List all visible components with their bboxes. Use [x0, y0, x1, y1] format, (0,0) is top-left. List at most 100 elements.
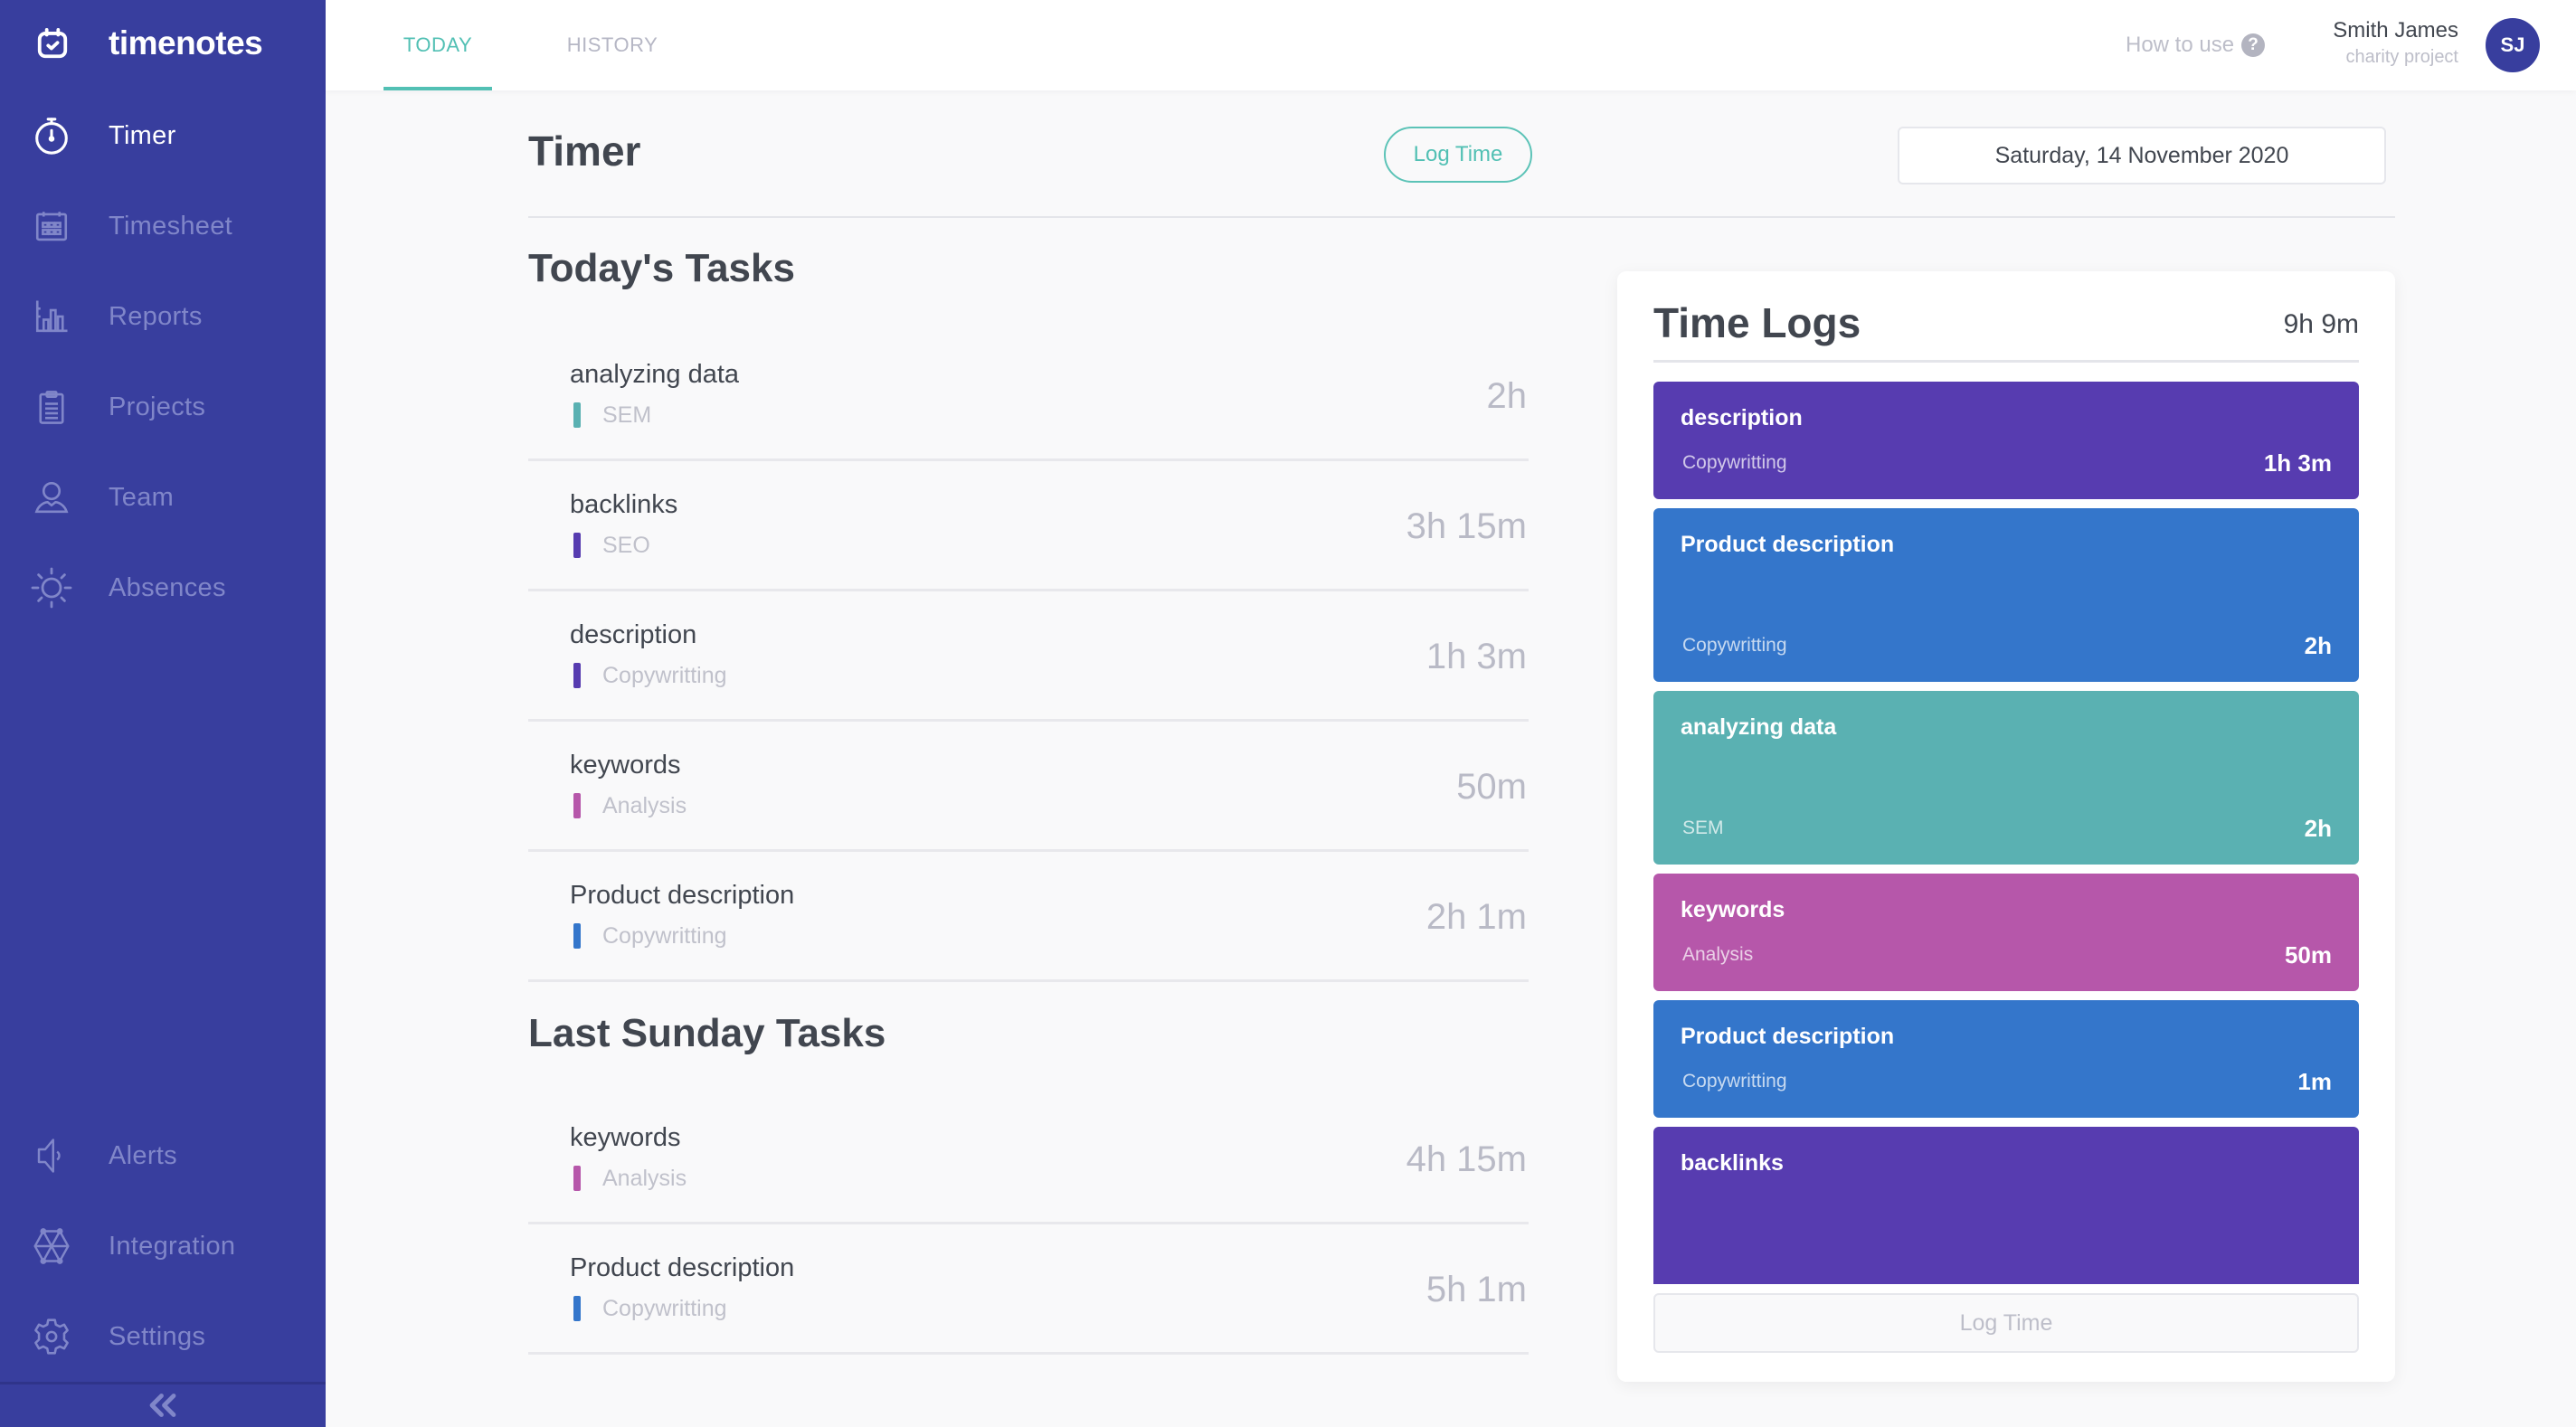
- category-label: SEM: [602, 402, 652, 428]
- time-log-list[interactable]: description Copywritting 1h 3m Product desc…: [1653, 382, 2359, 1284]
- task-category: Analysis: [573, 792, 687, 819]
- task-name: keywords: [570, 751, 681, 780]
- divider: [528, 216, 2395, 218]
- user-name: Smith James: [2333, 18, 2458, 43]
- category-color-swatch: [573, 402, 581, 428]
- sidebar-item-team[interactable]: Team: [27, 470, 174, 524]
- task-row[interactable]: backlinks SEO 3h 15m: [528, 461, 1529, 591]
- calendar-check-icon: [33, 24, 72, 63]
- avatar[interactable]: SJ: [2486, 18, 2540, 72]
- task-duration: 1h 3m: [1425, 636, 1527, 676]
- time-log-entry[interactable]: Product description Copywritting 1m: [1653, 1000, 2359, 1118]
- log-task-name: analyzing data: [1681, 714, 1837, 740]
- task-duration: 50m: [1456, 766, 1527, 807]
- log-category: Analysis: [1682, 944, 1754, 965]
- card-log-time-button[interactable]: Log Time: [1653, 1293, 2359, 1353]
- task-category: SEO: [573, 532, 650, 559]
- time-log-entry[interactable]: description Copywritting 1h 3m: [1653, 382, 2359, 499]
- task-row[interactable]: analyzing data SEM 2h: [528, 331, 1529, 461]
- page-title: Timer: [528, 128, 641, 175]
- sidebar-item-label: Projects: [109, 392, 206, 421]
- sidebar: timenotes Timer Timesheet Reports Projec…: [0, 0, 326, 1427]
- category-label: Copywritting: [602, 662, 727, 688]
- bar-chart-icon: [27, 292, 76, 341]
- collapse-sidebar-button[interactable]: [136, 1389, 190, 1425]
- task-category: Copywritting: [573, 1295, 727, 1322]
- log-duration: 1m: [2297, 1068, 2332, 1095]
- log-duration: 2h: [2304, 632, 2332, 659]
- sidebar-item-reports[interactable]: Reports: [27, 289, 203, 344]
- sidebar-item-label: Team: [109, 482, 175, 512]
- log-task-name: backlinks: [1681, 1150, 1784, 1176]
- sidebar-item-alerts[interactable]: Alerts: [27, 1129, 177, 1183]
- todays-tasks-title: Today's Tasks: [528, 246, 795, 290]
- task-duration: 5h 1m: [1425, 1269, 1527, 1309]
- category-color-swatch: [573, 793, 581, 818]
- tab-history[interactable]: HISTORY: [535, 0, 689, 90]
- sidebar-item-label: Settings: [109, 1321, 206, 1351]
- time-logs-card: Time Logs 9h 9m description Copywritting 1…: [1617, 271, 2395, 1382]
- task-row[interactable]: Product description Copywritting 2h 1m: [528, 852, 1529, 982]
- time-logs-total: 9h 9m: [2283, 309, 2359, 339]
- sidebar-item-label: Integration: [109, 1231, 236, 1261]
- task-row[interactable]: keywords Analysis 4h 15m: [528, 1094, 1529, 1224]
- sidebar-item-timesheet[interactable]: Timesheet: [27, 199, 232, 253]
- log-category: Copywritting: [1682, 635, 1787, 656]
- category-label: Analysis: [602, 1165, 687, 1191]
- time-log-entry[interactable]: keywords Analysis 50m: [1653, 874, 2359, 991]
- tab-today[interactable]: TODAY: [384, 0, 492, 90]
- category-color-swatch: [573, 663, 581, 688]
- how-to-use-link[interactable]: How to use ?: [2126, 27, 2266, 63]
- category-color-swatch: [573, 923, 581, 949]
- task-name: Product description: [570, 881, 795, 910]
- sidebar-item-label: Timer: [109, 120, 176, 150]
- sidebar-item-label: Timesheet: [109, 211, 233, 241]
- time-log-entry[interactable]: backlinks: [1653, 1127, 2359, 1284]
- task-row[interactable]: Product description Copywritting 5h 1m: [528, 1224, 1529, 1355]
- sidebar-item-label: Reports: [109, 301, 203, 331]
- calendar-grid-icon: [27, 202, 76, 250]
- task-category: SEM: [573, 402, 651, 429]
- user-icon: [27, 473, 76, 522]
- help-icon: ?: [2241, 33, 2266, 57]
- megaphone-icon: [27, 1131, 76, 1180]
- log-duration: 1h 3m: [2263, 449, 2332, 477]
- log-task-name: Product description: [1681, 1024, 1895, 1049]
- sidebar-item-integration[interactable]: Integration: [27, 1219, 235, 1273]
- log-duration: 50m: [2284, 941, 2332, 969]
- task-duration: 3h 15m: [1406, 506, 1527, 546]
- log-duration: 2h: [2304, 815, 2332, 842]
- brand[interactable]: timenotes: [33, 22, 263, 65]
- log-category: Copywritting: [1682, 452, 1787, 473]
- task-row[interactable]: description Copywritting 1h 3m: [528, 591, 1529, 722]
- double-chevron-left-icon: [147, 1392, 179, 1423]
- stopwatch-icon: [27, 111, 76, 160]
- task-name: backlinks: [570, 490, 678, 519]
- log-task-name: description: [1681, 405, 1803, 430]
- log-time-button[interactable]: Log Time: [1384, 127, 1532, 183]
- sidebar-item-absences[interactable]: Absences: [27, 561, 226, 615]
- sidebar-item-label: Alerts: [109, 1140, 177, 1170]
- category-label: Analysis: [602, 792, 687, 818]
- category-label: SEO: [602, 532, 650, 558]
- user-info[interactable]: Smith James charity project: [2333, 18, 2458, 68]
- task-name: analyzing data: [570, 360, 740, 389]
- task-name: description: [570, 620, 697, 649]
- sidebar-item-timer[interactable]: Timer: [27, 109, 176, 163]
- category-label: Copywritting: [602, 922, 727, 949]
- date-picker[interactable]: Saturday, 14 November 2020: [1898, 127, 2386, 184]
- time-log-entry[interactable]: analyzing data SEM 2h: [1653, 691, 2359, 865]
- clipboard-icon: [27, 383, 76, 431]
- sidebar-item-projects[interactable]: Projects: [27, 380, 205, 434]
- category-color-swatch: [573, 1296, 581, 1321]
- todays-task-list: analyzing data SEM 2h backlinks SEO 3h 15m des…: [528, 331, 1529, 982]
- time-log-entry[interactable]: Product description Copywritting 2h: [1653, 508, 2359, 682]
- last-sunday-tasks-title: Last Sunday Tasks: [528, 1011, 886, 1055]
- last-sunday-task-list: keywords Analysis 4h 15m Product descriptio…: [528, 1094, 1529, 1355]
- sidebar-item-settings[interactable]: Settings: [27, 1309, 205, 1364]
- task-row[interactable]: keywords Analysis 50m: [528, 722, 1529, 852]
- sidebar-item-label: Absences: [109, 572, 226, 602]
- gear-icon: [27, 1312, 76, 1361]
- log-task-name: keywords: [1681, 897, 1785, 922]
- active-tab-indicator: [384, 87, 492, 90]
